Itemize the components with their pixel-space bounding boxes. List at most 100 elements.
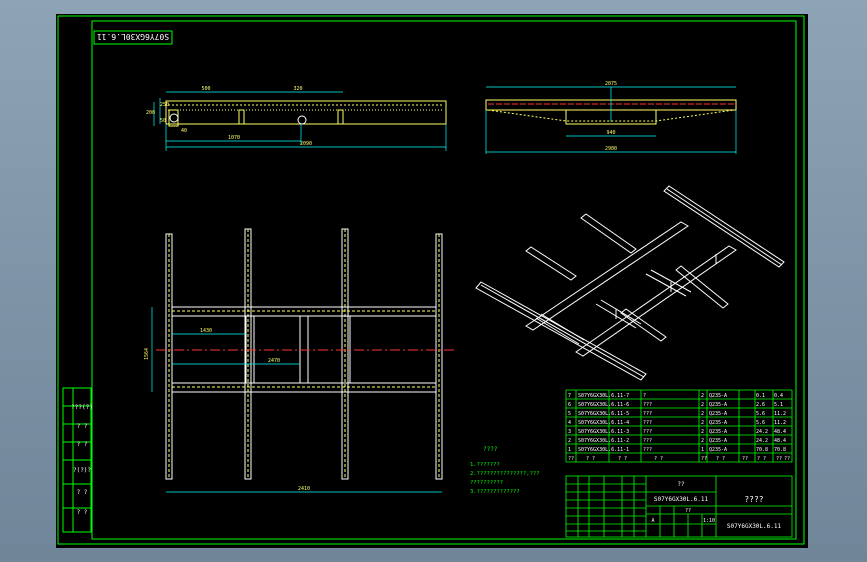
- dim-side-height-3: 50: [160, 118, 166, 124]
- bom-cell: S07Y6GX30L.6.11-7: [578, 393, 629, 399]
- bom-cell: 5.6: [756, 411, 765, 417]
- bom-cell: ???: [643, 438, 652, 444]
- dim-front-mid: 940: [606, 130, 615, 136]
- bom-cell: Q235-A: [709, 447, 727, 453]
- technical-notes: ???? 1.??????? 2.???????????????,??? ???…: [470, 446, 540, 495]
- dim-plan-height: 1564: [144, 348, 150, 360]
- bom-cell: 2: [701, 402, 704, 408]
- cad-canvas[interactable]: S07Y6GX30L.6.11 ???(?) ? ? ? ? ?(?)? ? ?…: [56, 14, 808, 548]
- strip-cell-5: ? ?: [77, 489, 88, 496]
- bom-cell: S07Y6GX30L.6.11-4: [578, 420, 629, 426]
- bill-of-materials[interactable]: 7 S07Y6GX30L.6.11-7? 2 Q235-A 0.1 0.4 6 S07Y6GX…: [565, 389, 793, 463]
- bom-cell: 48.4: [774, 438, 786, 444]
- bom-cell: ???: [643, 411, 652, 417]
- bom-header-cell: ??: [701, 456, 707, 462]
- inner-border: [91, 20, 797, 540]
- dim-side-total: 2090: [300, 141, 312, 147]
- bom-cell: Q235-A: [709, 429, 727, 435]
- bom-cell: 2: [701, 393, 704, 399]
- title-drawing-number: S07Y6GX30L.6.11: [727, 523, 782, 530]
- dim-side-mid: 1070: [228, 135, 240, 141]
- dim-plan-left: 1430: [200, 328, 212, 334]
- bom-cell: 24.2: [756, 429, 768, 435]
- strip-cell-6: ? ?: [77, 509, 88, 516]
- side-elevation-view[interactable]: 500 320 200 250 50 40 1070 2090: [146, 86, 447, 151]
- title-block[interactable]: ?? S07Y6GX30L.6.11 ???? S07Y6GX30L.6.11 …: [565, 475, 793, 538]
- bom-cell: Q235-A: [709, 438, 727, 444]
- dim-plan-mid: 2470: [268, 358, 280, 364]
- bom-cell: S07Y6GX30L.6.11-1: [578, 447, 629, 453]
- dim-side-small: 40: [181, 128, 187, 134]
- bom-cell: Q235-A: [709, 411, 727, 417]
- bom-cell: S07Y6GX30L.6.11-5: [578, 411, 629, 417]
- title-group: ??: [677, 481, 685, 488]
- bom-cell: 6: [568, 402, 571, 408]
- notes-line-2: 2.???????????????,???: [470, 471, 540, 477]
- bom-cell: 70.8: [774, 447, 786, 453]
- bom-cell: 11.2: [774, 420, 786, 426]
- bom-cell: ???: [643, 429, 652, 435]
- bom-cell: 2: [701, 420, 704, 426]
- front-elevation-view[interactable]: 2075 940 2900: [485, 81, 737, 154]
- bom-cell: 0.4: [774, 393, 783, 399]
- bom-cell: 5.1: [774, 402, 783, 408]
- bom-cell: Q235-A: [709, 420, 727, 426]
- bom-cell: 0.1: [756, 393, 765, 399]
- bom-cell: 5: [568, 411, 571, 417]
- bom-cell: 2.6: [756, 402, 765, 408]
- bom-header-cell: ??: [568, 456, 574, 462]
- bom-cell: ?: [643, 393, 646, 399]
- isometric-view[interactable]: [475, 185, 785, 381]
- strip-cell-1: ???(?): [71, 404, 93, 411]
- bom-cell: S07Y6GX30L.6.11-2: [578, 438, 629, 444]
- drawing-number-box: S07Y6GX30L.6.11: [93, 30, 173, 45]
- bom-cell: 2: [701, 411, 704, 417]
- left-revision-strip: ???(?) ? ? ? ? ?(?)? ? ? ? ?: [62, 387, 93, 533]
- bom-cell: ???: [643, 402, 652, 408]
- title-cell-a: A: [651, 518, 654, 524]
- strip-cell-4: ?(?)?: [73, 467, 91, 474]
- dim-plan-total: 2410: [298, 486, 310, 492]
- notes-line-1: 1.???????: [470, 462, 500, 468]
- bom-cell: S07Y6GX30L.6.11-3: [578, 429, 629, 435]
- bom-cell: 2: [568, 438, 571, 444]
- bom-cell: ???: [643, 420, 652, 426]
- dim-side-height-2: 250: [160, 102, 169, 108]
- bom-cell: 24.2: [756, 438, 768, 444]
- bom-cell: 48.4: [774, 429, 786, 435]
- drawing-number-rotated: S07Y6GX30L.6.11: [97, 32, 169, 41]
- bom-cell: 2: [701, 438, 704, 444]
- bom-header-cell: ? ?: [586, 456, 595, 462]
- bom-cell: 70.8: [756, 447, 768, 453]
- dim-side-height-1: 200: [146, 110, 155, 116]
- bom-cell: 3: [568, 429, 571, 435]
- bom-cell: 7: [568, 393, 571, 399]
- dim-side-top-right: 320: [293, 86, 302, 92]
- bom-cell: ???: [643, 447, 652, 453]
- dim-side-top-left: 500: [201, 86, 210, 92]
- bom-header-cell: ? ?: [618, 456, 627, 462]
- title-scale-label: ??: [685, 508, 691, 514]
- title-ratio: 1:10: [703, 518, 715, 524]
- title-part-code: S07Y6GX30L.6.11: [654, 496, 709, 503]
- bom-header-cell: ? ?: [654, 456, 663, 462]
- drawing-sheet[interactable]: S07Y6GX30L.6.11 ???(?) ? ? ? ? ?(?)? ? ?…: [56, 14, 808, 548]
- bom-cell: Q235-A: [709, 393, 727, 399]
- notes-title: ????: [483, 446, 498, 453]
- dim-front-top: 2075: [605, 81, 617, 87]
- bom-header-cell: ??: [784, 456, 790, 462]
- bom-cell: 11.2: [774, 411, 786, 417]
- bom-cell: S07Y6GX30L.6.11-6: [578, 402, 629, 408]
- drawing-title: ????: [744, 495, 763, 504]
- strip-cell-3: ? ?: [77, 441, 88, 448]
- bom-cell: 4: [568, 420, 571, 426]
- bom-header-cell: ? ?: [757, 456, 766, 462]
- bom-header-cell: ??: [742, 456, 748, 462]
- plan-view[interactable]: 1564 1430 2470 2410: [144, 228, 456, 493]
- bom-cell: Q235-A: [709, 402, 727, 408]
- bom-cell: 1: [568, 447, 571, 453]
- bom-header-cell: ??: [776, 456, 782, 462]
- strip-cell-2: ? ?: [77, 423, 88, 430]
- notes-line-4: 3.?????????????: [470, 489, 520, 495]
- notes-line-3: ??????????: [470, 480, 503, 486]
